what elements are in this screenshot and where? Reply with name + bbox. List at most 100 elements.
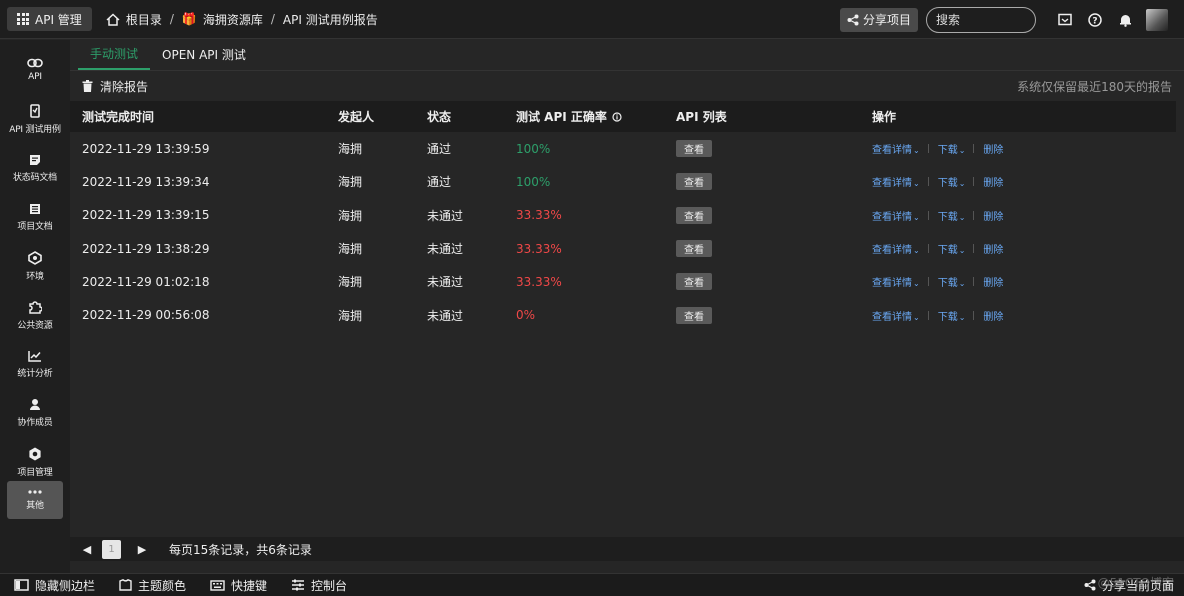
search-input[interactable] — [926, 6, 1036, 33]
hide-sidebar-button[interactable]: 隐藏侧边栏 — [14, 577, 95, 594]
download-label: 下载 — [937, 145, 958, 157]
delete-link[interactable]: 删除 — [983, 308, 1003, 323]
download-link[interactable]: 下载⌄ — [938, 308, 966, 323]
download-link[interactable]: 下载⌄ — [938, 208, 966, 223]
view-detail-link[interactable]: 查看详情⌄ — [872, 274, 920, 289]
download-link[interactable]: 下载⌄ — [938, 274, 966, 289]
cell-rate: 100% — [516, 141, 551, 156]
clear-report-button[interactable]: 清除报告 — [82, 78, 148, 95]
sidebar-item-other[interactable]: 其他 — [7, 481, 63, 519]
view-detail-link[interactable]: 查看详情⌄ — [872, 308, 920, 323]
cell-time: 2022-11-29 01:02:18 — [82, 274, 210, 289]
prev-page-icon[interactable]: ◀ — [80, 543, 94, 556]
cell-rate: 33.33% — [516, 208, 562, 223]
chevron-down-icon: ⌄ — [958, 279, 966, 289]
divider — [973, 310, 975, 320]
current-page-button[interactable]: 1 — [102, 539, 121, 559]
app-menu-button[interactable]: API 管理 — [7, 7, 92, 31]
download-label: 下载 — [937, 211, 958, 223]
sidebar-item-label: 公共资源 — [17, 320, 53, 331]
breadcrumb-project[interactable]: 海拥资源库 — [203, 11, 263, 28]
view-api-list-button[interactable]: 查看 — [676, 173, 712, 191]
sidebar-item-label: 项目文档 — [17, 221, 53, 232]
download-label: 下载 — [937, 178, 958, 190]
svg-text:?: ? — [1092, 16, 1097, 26]
retention-note: 系统仅保留最近180天的报告 — [1017, 79, 1172, 94]
delete-link[interactable]: 删除 — [983, 241, 1003, 256]
clear-report-label: 清除报告 — [100, 79, 149, 94]
view-api-list-button[interactable]: 查看 — [676, 306, 712, 324]
sidebar-item-project-management[interactable]: 项目管理 — [0, 438, 70, 486]
watermark: @51CTO博客 — [1097, 576, 1174, 590]
divider — [927, 177, 929, 187]
row-actions: 查看详情⌄ 下载⌄ 删除 — [872, 241, 1003, 256]
sidebar-item-label: 状态码文档 — [12, 172, 57, 183]
sidebar: API API 测试用例 状态码文档 项目文档 环境 公共资源 统计分析 协作成… — [0, 40, 70, 573]
tab-open-api-test[interactable]: OPEN API 测试 — [150, 39, 258, 70]
console-button[interactable]: 控制台 — [291, 577, 347, 594]
chevron-down-icon: ⌄ — [913, 279, 920, 289]
delete-link[interactable]: 删除 — [983, 141, 1003, 156]
view-detail-link[interactable]: 查看详情⌄ — [872, 241, 920, 256]
view-detail-link[interactable]: 查看详情⌄ — [872, 174, 920, 189]
breadcrumb-separator: / — [169, 12, 174, 26]
cell-initiator: 海拥 — [338, 175, 363, 190]
delete-link[interactable]: 删除 — [983, 174, 1003, 189]
gear-icon — [29, 447, 41, 460]
download-link[interactable]: 下载⌄ — [938, 241, 966, 256]
view-api-list-button[interactable]: 查看 — [676, 273, 712, 291]
chevron-down-icon: ⌄ — [913, 312, 920, 322]
share-project-button[interactable]: 分享项目 — [839, 7, 918, 32]
view-api-list-button[interactable]: 查看 — [676, 140, 712, 158]
sidebar-item-api-test-case[interactable]: API 测试用例 — [0, 95, 70, 143]
table-row: 2022-11-29 13:39:34 海拥 通过 100% 查看 查看详情⌄ … — [70, 165, 1176, 198]
sidebar-item-status-doc[interactable]: 状态码文档 — [0, 144, 70, 192]
next-page-icon[interactable]: ▶ — [135, 543, 149, 556]
sidebar-item-api[interactable]: API — [0, 46, 70, 94]
project-doc-icon — [30, 203, 40, 214]
top-bar: API 管理 根目录 / 🎁 海拥资源库 / API 测试用例报告 分享项目 ? — [0, 0, 1184, 39]
divider — [973, 177, 975, 187]
sidebar-item-public-resources[interactable]: 公共资源 — [0, 291, 70, 339]
row-actions: 查看详情⌄ 下载⌄ 删除 — [872, 208, 1003, 223]
delete-link[interactable]: 删除 — [983, 208, 1003, 223]
view-detail-label: 查看详情 — [872, 245, 912, 257]
cell-time: 2022-11-29 00:56:08 — [82, 308, 210, 323]
chevron-down-icon: ⌄ — [958, 312, 966, 322]
sidebar-item-environment[interactable]: 环境 — [0, 242, 70, 290]
view-detail-link[interactable]: 查看详情⌄ — [872, 208, 920, 223]
cell-time: 2022-11-29 13:39:15 — [82, 208, 210, 223]
cell-time: 2022-11-29 13:39:34 — [82, 174, 210, 189]
table-body: 2022-11-29 13:39:59 海拥 通过 100% 查看 查看详情⌄ … — [70, 132, 1176, 332]
inbox-icon[interactable] — [1050, 13, 1080, 26]
download-link[interactable]: 下载⌄ — [938, 174, 966, 189]
view-api-list-button[interactable]: 查看 — [676, 240, 712, 258]
row-actions: 查看详情⌄ 下载⌄ 删除 — [872, 308, 1003, 323]
tab-manual-test[interactable]: 手动测试 — [78, 39, 151, 70]
sidebar-item-project-doc[interactable]: 项目文档 — [0, 193, 70, 241]
sidebar-item-label: API — [28, 72, 42, 82]
view-detail-label: 查看详情 — [872, 278, 912, 290]
environment-icon — [28, 250, 42, 265]
cell-status: 未通过 — [427, 242, 464, 257]
grid-icon — [17, 13, 29, 25]
cell-status: 未通过 — [427, 275, 464, 290]
sidebar-item-members[interactable]: 协作成员 — [0, 389, 70, 437]
bell-icon[interactable] — [1110, 13, 1140, 27]
row-actions: 查看详情⌄ 下载⌄ 删除 — [872, 174, 1003, 189]
sidebar-item-statistics[interactable]: 统计分析 — [0, 340, 70, 388]
help-icon[interactable]: ? — [1080, 12, 1110, 27]
shortcuts-button[interactable]: 快捷键 — [210, 577, 267, 594]
avatar[interactable] — [1146, 8, 1168, 31]
view-detail-link[interactable]: 查看详情⌄ — [872, 141, 920, 156]
shortcuts-label: 快捷键 — [231, 578, 268, 593]
breadcrumb-root[interactable]: 根目录 — [126, 11, 162, 28]
delete-link[interactable]: 删除 — [983, 274, 1003, 289]
sidebar-toggle-icon — [14, 579, 29, 591]
chevron-down-icon: ⌄ — [913, 246, 920, 256]
cell-status: 通过 — [427, 142, 452, 157]
view-api-list-button[interactable]: 查看 — [676, 206, 712, 224]
download-link[interactable]: 下载⌄ — [938, 141, 966, 156]
info-icon[interactable] — [612, 111, 622, 122]
theme-color-button[interactable]: 主题颜色 — [119, 577, 186, 594]
